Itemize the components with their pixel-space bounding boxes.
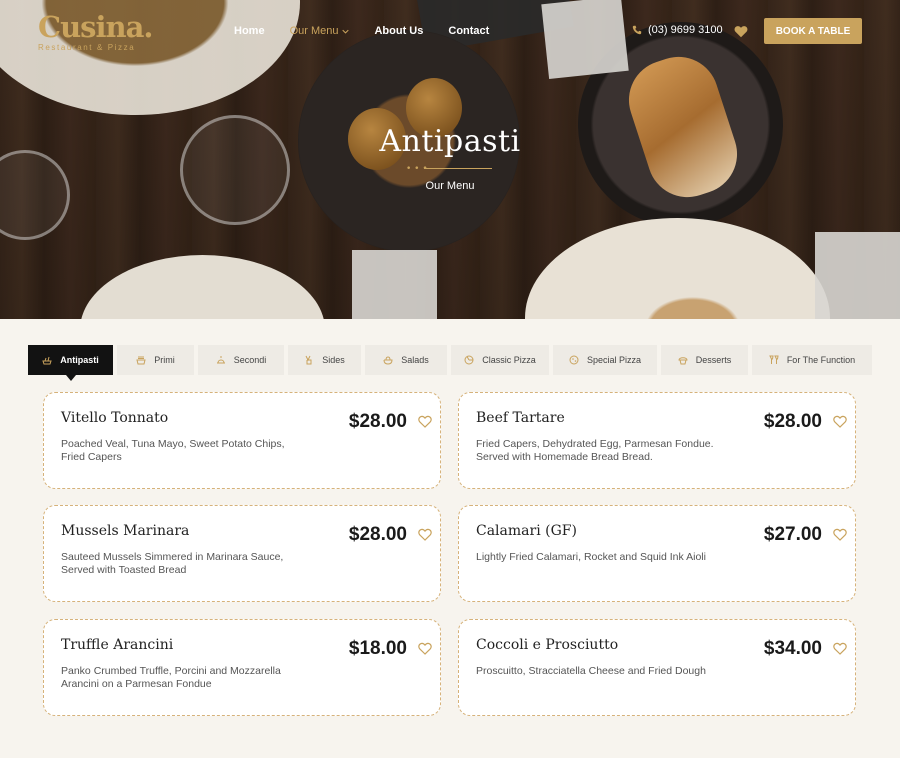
menu-item-name: Vitello Tonnato [61, 410, 169, 426]
function-icon [769, 355, 779, 365]
tab-label: Desserts [695, 355, 732, 365]
pizza-icon [464, 355, 474, 365]
menu-item-card: Mussels Marinara Sauteed Mussels Simmere… [43, 505, 441, 602]
sides-icon [304, 355, 314, 365]
hero-glass-image [0, 150, 70, 240]
logo-tagline: Restaurant & Pizza [38, 43, 136, 52]
menu-item-card: Beef Tartare Fried Capers, Dehydrated Eg… [458, 392, 856, 489]
menu-item-name: Truffle Arancini [61, 637, 174, 653]
menu-item-description: Fried Capers, Dehydrated Egg, Parmesan F… [476, 438, 714, 463]
menu-item-name: Mussels Marinara [61, 523, 190, 539]
wishlist-heart-icon[interactable] [734, 25, 748, 38]
favorite-heart-icon[interactable] [833, 640, 847, 655]
tab-label: Secondi [233, 355, 267, 365]
secondi-icon [216, 355, 226, 365]
tab-label: Sides [322, 355, 345, 365]
tab-label: Primi [154, 355, 175, 365]
tab-classic-pizza[interactable]: Classic Pizza [451, 345, 549, 375]
desserts-icon [678, 355, 688, 365]
logo[interactable]: Cusina. Restaurant & Pizza [38, 10, 153, 52]
tab-primi[interactable]: Primi [117, 345, 194, 375]
top-navigation: Cusina. Restaurant & Pizza Home Our Menu… [0, 0, 900, 62]
favorite-heart-icon[interactable] [418, 526, 432, 541]
nav-item-about-us[interactable]: About Us [374, 25, 423, 37]
nav-label: Contact [448, 25, 490, 37]
menu-item-description: Sauteed Mussels Simmered in Marinara Sau… [61, 551, 284, 576]
tab-salads[interactable]: Salads [365, 345, 447, 375]
menu-item-price: $27.00 [763, 524, 822, 545]
favorite-heart-icon[interactable] [418, 413, 432, 428]
phone-link[interactable]: (03) 9699 3100 [632, 24, 723, 36]
favorite-heart-icon[interactable] [833, 526, 847, 541]
nav-item-our-menu[interactable]: Our Menu [290, 25, 350, 37]
tab-sides[interactable]: Sides [288, 345, 361, 375]
book-table-button[interactable]: BOOK A TABLE [764, 18, 862, 44]
menu-item-name: Beef Tartare [476, 410, 565, 426]
phone-icon [632, 25, 642, 35]
nav-label: Our Menu [289, 25, 339, 37]
menu-item-card: Coccoli e Prosciutto Proscuitto, Stracci… [458, 619, 856, 716]
tab-label: Classic Pizza [482, 355, 536, 365]
nav-item-contact[interactable]: Contact [448, 25, 489, 37]
menu-item-card: Calamari (GF) Lightly Fried Calamari, Ro… [458, 505, 856, 602]
menu-item-name: Calamari (GF) [476, 523, 577, 539]
menu-item-name: Coccoli e Prosciutto [476, 637, 619, 653]
menu-item-card: Vitello Tonnato Poached Veal, Tuna Mayo,… [43, 392, 441, 489]
nav-label: About Us [374, 25, 424, 37]
nav-item-home[interactable]: Home [234, 25, 265, 37]
logo-name: Cusina. [38, 10, 153, 44]
menu-item-card: Truffle Arancini Panko Crumbed Truffle, … [43, 619, 441, 716]
hero-napkin-image [815, 232, 900, 319]
chevron-down-icon [342, 29, 350, 34]
menu-item-price: $28.00 [348, 524, 407, 545]
tab-desserts[interactable]: Desserts [661, 345, 748, 375]
title-divider: • • • [406, 165, 492, 174]
phone-number: (03) 9699 3100 [648, 24, 723, 36]
menu-item-description: Proscuitto, Stracciatella Cheese and Fri… [476, 665, 706, 677]
page-title: Antipasti [379, 124, 521, 159]
menu-item-price: $34.00 [763, 638, 822, 659]
favorite-heart-icon[interactable] [833, 413, 847, 428]
special-pizza-icon [569, 355, 579, 365]
hero-napkin-image [352, 250, 437, 319]
tab-for-the-function[interactable]: For The Function [752, 345, 872, 375]
nav-label: Home [234, 25, 265, 37]
primi-icon [136, 355, 146, 365]
antipasti-icon [42, 355, 52, 365]
tab-special-pizza[interactable]: Special Pizza [553, 345, 657, 375]
page-subtitle: Our Menu [425, 180, 475, 192]
tab-label: For The Function [786, 355, 856, 365]
favorite-heart-icon[interactable] [418, 640, 432, 655]
tab-label: Salads [401, 355, 429, 365]
menu-item-price: $28.00 [763, 411, 822, 432]
tab-antipasti[interactable]: Antipasti [28, 345, 113, 381]
main-menu: Home Our Menu About Us Contact [234, 25, 489, 37]
menu-item-price: $28.00 [348, 411, 407, 432]
tab-label: Special Pizza [586, 355, 642, 365]
menu-item-description: Poached Veal, Tuna Mayo, Sweet Potato Ch… [61, 438, 285, 463]
hero-plate-image [525, 218, 830, 319]
menu-item-price: $18.00 [348, 638, 407, 659]
tab-label: Antipasti [60, 355, 99, 365]
hero-plate-image [80, 255, 325, 319]
menu-item-description: Panko Crumbed Truffle, Porcini and Mozza… [61, 665, 281, 690]
menu-category-tabs: Antipasti Primi Secondi Sides Salads Cla… [28, 345, 872, 381]
menu-item-description: Lightly Fried Calamari, Rocket and Squid… [476, 551, 706, 563]
tab-secondi[interactable]: Secondi [198, 345, 284, 375]
salads-icon [383, 355, 393, 365]
